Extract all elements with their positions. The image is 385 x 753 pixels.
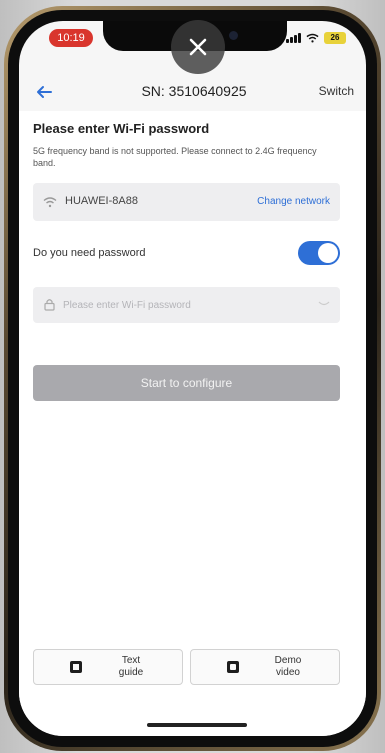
status-indicators: 26 <box>286 30 346 46</box>
document-icon <box>70 661 82 673</box>
page-heading: Please enter Wi-Fi password <box>33 121 210 136</box>
nav-bar: SN: 3510640925 Switch <box>19 77 366 107</box>
demo-video-line1: Demo <box>274 655 302 666</box>
lock-icon <box>44 299 55 311</box>
text-guide-label: Text guide <box>106 655 156 679</box>
password-toggle-label: Do you need password <box>33 247 146 259</box>
close-icon <box>189 38 207 56</box>
device-serial-title: SN: 3510640925 <box>141 83 247 99</box>
wifi-setup-form: Please enter Wi-Fi password 5G frequency… <box>19 111 366 736</box>
home-indicator <box>147 723 247 727</box>
eye-closed-icon[interactable] <box>318 300 330 308</box>
frequency-notice: 5G frequency band is not supported. Plea… <box>33 146 317 168</box>
network-selector: HUAWEI-8A88 Change network <box>33 183 340 221</box>
text-guide-line1: Text <box>121 655 141 666</box>
password-required-toggle[interactable] <box>298 241 340 265</box>
video-icon <box>227 661 239 673</box>
phone-screen: 10:19 26 SN: 3510640925 Switch Please en… <box>19 21 366 736</box>
change-network-link[interactable]: Change network <box>257 196 330 207</box>
wifi-icon <box>43 197 57 208</box>
switch-button[interactable]: Switch <box>319 84 354 98</box>
text-guide-button[interactable]: Text guide <box>33 649 183 685</box>
demo-video-label: Demo video <box>263 655 313 679</box>
status-time: 10:19 <box>49 29 93 47</box>
demo-video-button[interactable]: Demo video <box>190 649 340 685</box>
phone-bezel: 10:19 26 SN: 3510640925 Switch Please en… <box>8 10 377 747</box>
front-camera <box>229 31 238 40</box>
network-name: HUAWEI-8A88 <box>65 195 138 207</box>
phone-frame: 10:19 26 SN: 3510640925 Switch Please en… <box>4 6 381 751</box>
cellular-signal-icon <box>286 33 301 43</box>
password-input[interactable] <box>63 295 303 315</box>
battery-icon: 26 <box>324 32 346 44</box>
start-configure-button[interactable]: Start to configure <box>33 365 340 401</box>
toggle-knob <box>318 243 338 263</box>
text-guide-line2: guide <box>118 667 144 678</box>
close-overlay-button[interactable] <box>171 20 225 74</box>
demo-video-line2: video <box>276 667 300 678</box>
arrow-left-icon[interactable] <box>35 84 53 100</box>
wifi-status-icon <box>306 33 319 43</box>
password-field-container <box>33 287 340 323</box>
